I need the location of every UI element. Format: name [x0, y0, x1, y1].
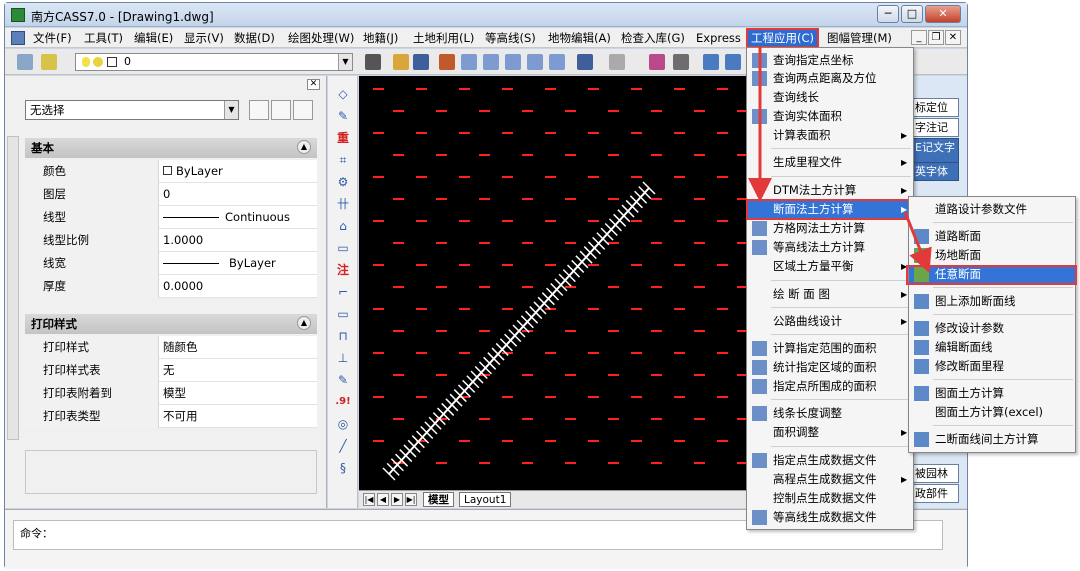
annotation-arrows	[748, 47, 932, 274]
arrow-to-arbitrary-section	[903, 211, 932, 274]
